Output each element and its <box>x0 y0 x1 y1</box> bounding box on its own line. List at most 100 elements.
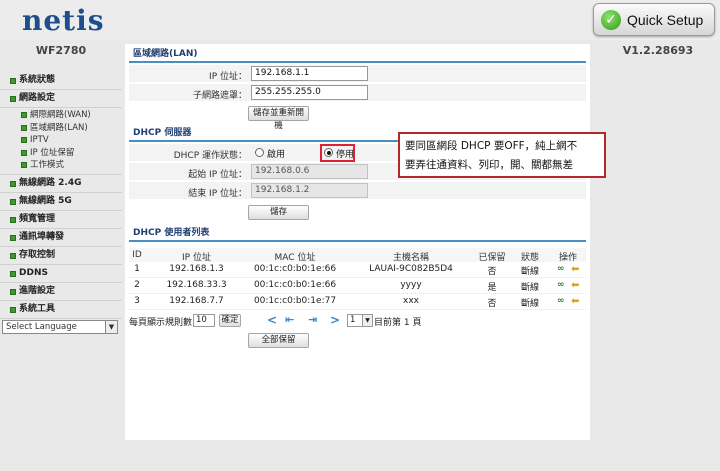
model-name: WF2780 <box>35 44 87 57</box>
clients-table-header: ID IP 位址 MAC 位址 主機名稱 已保留 狀態 操作 <box>129 248 586 263</box>
submenu-item-lan[interactable]: 區域網路(LAN) <box>0 122 122 135</box>
language-select-value: Select Language <box>6 322 77 332</box>
cell-reserved: 否 <box>487 267 497 277</box>
lan-mask-input[interactable]: 255.255.255.0 <box>251 85 368 100</box>
sidebar-item-bandwidth[interactable]: 頻寬管理 <box>0 211 122 229</box>
submenu-item-work-mode[interactable]: 工作模式 <box>0 159 122 172</box>
pagination: 每頁顯示規則數 10 確定 < ⇤ ⇥ > 1 ▼ 目前第 1 頁 <box>129 313 586 329</box>
cell-host: xxx <box>403 296 419 306</box>
dhcp-end-input[interactable]: 192.168.1.2 <box>251 183 368 198</box>
sidebar-item-label: 頻寬管理 <box>19 213 56 224</box>
submenu-item-ip-reservation[interactable]: IP 位址保留 <box>0 147 122 160</box>
sidebar-item-access-control[interactable]: 存取控制 <box>0 247 122 265</box>
save-and-reboot-button[interactable]: 儲存並重新開機 <box>248 106 309 131</box>
sidebar: 系統狀態 網路設定 網際網路(WAN) 區域網路(LAN) IPTV IP 位址… <box>0 72 122 319</box>
sidebar-item-label: 系統工具 <box>19 303 56 314</box>
lan-mask-label: 子網路遮罩： <box>192 91 247 101</box>
bullet-icon <box>10 306 16 313</box>
cell-reserved: 否 <box>487 299 497 309</box>
link-icon[interactable]: ∞ <box>557 264 565 274</box>
sidebar-item-status[interactable]: 系統狀態 <box>0 72 122 90</box>
dhcp-end-label: 結束 IP 位址： <box>188 189 247 199</box>
cell-host: LAUAI-9C082B5D4 <box>369 264 453 274</box>
table-row: 2 192.168.33.3 00:1c:c0:b0:1e:66 yyyy 是 … <box>129 278 586 294</box>
sidebar-item-label: 通訊埠轉發 <box>19 231 65 242</box>
sidebar-item-label: 網路設定 <box>19 93 56 103</box>
sidebar-item-ddns[interactable]: DDNS <box>0 265 122 283</box>
bullet-icon <box>21 137 27 143</box>
cell-mac: 00:1c:c0:b0:1e:66 <box>253 280 337 290</box>
first-page-icon[interactable]: ⇤ <box>285 313 294 326</box>
bullet-icon <box>10 216 16 223</box>
submenu-item-iptv[interactable]: IPTV <box>0 134 122 147</box>
dhcp-start-input[interactable]: 192.168.0.6 <box>251 164 368 179</box>
confirm-button[interactable]: 確定 <box>219 314 241 327</box>
quick-setup-label: Quick Setup <box>627 12 704 28</box>
dhcp-disable-radio[interactable] <box>324 148 333 157</box>
language-select[interactable]: Select Language ▼ <box>2 320 118 334</box>
lan-ip-row: IP 位址： 192.168.1.1 <box>129 65 586 83</box>
sidebar-item-label: 無線網路 5G <box>19 195 72 206</box>
arrow-left-icon[interactable]: ⬅ <box>571 296 579 307</box>
sidebar-item-label: 系統狀態 <box>19 75 56 85</box>
per-page-input[interactable]: 10 <box>193 314 215 327</box>
next-page-icon[interactable]: > <box>330 313 340 327</box>
network-submenu: 網際網路(WAN) 區域網路(LAN) IPTV IP 位址保留 工作模式 <box>0 108 122 175</box>
callout-line: 要弄往通資料、列印，開、關都無差 <box>405 159 573 171</box>
cell-mac: 00:1c:c0:b0:1e:66 <box>253 264 337 274</box>
bullet-icon <box>10 288 16 295</box>
cell-reserved: 是 <box>487 283 497 293</box>
submenu-item-label: IP 位址保留 <box>30 147 75 158</box>
cell-ip: 192.168.1.3 <box>169 264 224 274</box>
lan-ip-label: IP 位址： <box>209 72 247 82</box>
col-id: ID <box>132 250 142 260</box>
sidebar-item-network[interactable]: 網路設定 <box>0 90 122 108</box>
bullet-icon <box>21 162 27 168</box>
cell-id: 2 <box>134 280 140 290</box>
cell-mac: 00:1c:c0:b0:1e:77 <box>253 296 337 306</box>
last-page-icon[interactable]: ⇥ <box>308 313 317 326</box>
bullet-icon <box>21 112 27 118</box>
cell-id: 1 <box>134 264 140 274</box>
sidebar-item-wireless-5g[interactable]: 無線網路 5G <box>0 193 122 211</box>
link-icon[interactable]: ∞ <box>557 280 565 290</box>
annotation-callout: 要同區網段 DHCP 要OFF，純上網不 要弄往通資料、列印，開、關都無差 <box>398 132 606 178</box>
arrow-left-icon[interactable]: ⬅ <box>571 264 579 275</box>
dhcp-start-label: 起始 IP 位址： <box>188 170 247 180</box>
page-select-value: 1 <box>350 315 356 325</box>
lan-section-title: 區域網路(LAN) <box>129 47 586 63</box>
submenu-item-wan[interactable]: 網際網路(WAN) <box>0 109 122 122</box>
chevron-down-icon: ▼ <box>105 321 117 333</box>
cell-id: 3 <box>134 296 140 306</box>
sidebar-item-advanced[interactable]: 進階設定 <box>0 283 122 301</box>
sidebar-item-system-tools[interactable]: 系統工具 <box>0 301 122 319</box>
sidebar-item-port-forwarding[interactable]: 通訊埠轉發 <box>0 229 122 247</box>
cell-ip: 192.168.33.3 <box>166 280 227 290</box>
per-page-label: 每頁顯示規則數 <box>129 318 193 328</box>
clients-section-title: DHCP 使用者列表 <box>129 226 586 242</box>
dhcp-save-button[interactable]: 儲存 <box>248 205 309 220</box>
link-icon[interactable]: ∞ <box>557 296 565 306</box>
sidebar-item-label: 存取控制 <box>19 249 56 260</box>
sidebar-item-wireless-24g[interactable]: 無線網路 2.4G <box>0 175 122 193</box>
table-row: 1 192.168.1.3 00:1c:c0:b0:1e:66 LAUAI-9C… <box>129 262 586 278</box>
bullet-icon <box>10 198 16 205</box>
quick-setup-button[interactable]: ✓ Quick Setup <box>593 3 715 36</box>
cell-status: 斷線 <box>520 283 539 293</box>
page-select[interactable]: 1 ▼ <box>347 314 373 327</box>
dhcp-disable-label: 停用 <box>336 150 355 160</box>
bullet-icon <box>10 252 16 259</box>
cell-ip: 192.168.7.7 <box>169 296 224 306</box>
callout-line: 要同區網段 DHCP 要OFF，純上網不 <box>405 140 578 152</box>
check-icon: ✓ <box>601 10 621 30</box>
lan-ip-input[interactable]: 192.168.1.1 <box>251 66 368 81</box>
dhcp-enable-radio[interactable] <box>255 148 264 157</box>
bullet-icon <box>10 78 16 84</box>
current-page-text: 目前第 1 頁 <box>374 318 422 328</box>
sidebar-item-label: 進階設定 <box>19 285 56 296</box>
prev-page-icon[interactable]: < <box>267 313 277 327</box>
reserve-all-button[interactable]: 全部保留 <box>248 333 309 348</box>
top-header: netis ✓ Quick Setup <box>0 0 720 40</box>
table-row: 3 192.168.7.7 00:1c:c0:b0:1e:77 xxx 否 斷線… <box>129 294 586 310</box>
arrow-left-icon[interactable]: ⬅ <box>571 280 579 291</box>
